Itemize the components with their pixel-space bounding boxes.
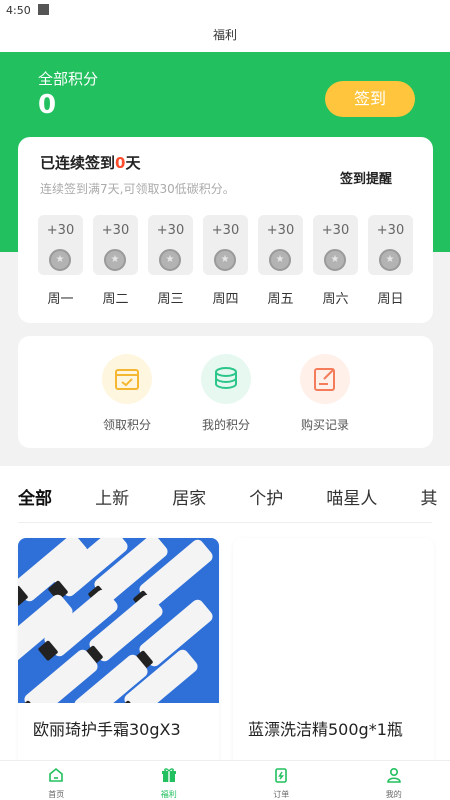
day-thu: +30 ★ 周四 [203, 215, 248, 307]
day-name: 周五 [267, 292, 294, 307]
coin-icon: ★ [324, 249, 346, 271]
profile-icon [386, 767, 401, 783]
status-time: 4:50 [6, 4, 31, 17]
nav-profile-label: 我的 [385, 790, 402, 799]
home-icon [49, 767, 64, 782]
day-points: +30 [266, 223, 295, 238]
day-box: +30 ★ [313, 215, 358, 275]
tab-personal-care[interactable]: 个护 [249, 484, 283, 509]
purchase-history-action[interactable]: 购买记录 [285, 354, 365, 433]
day-name: 周三 [157, 292, 184, 307]
streak-subtitle: 连续签到满7天,可领取30低碳积分。 [40, 182, 235, 196]
product-title: 欧丽琦护手霜30gX3 [33, 720, 181, 739]
coins-icon [201, 354, 251, 404]
nav-home[interactable]: 首页 [26, 761, 86, 800]
day-sat: +30 ★ 周六 [313, 215, 358, 307]
day-points: +30 [376, 223, 405, 238]
day-name: 周六 [322, 292, 349, 307]
coin-icon: ★ [159, 249, 181, 271]
nav-welfare[interactable]: 福利 [139, 761, 199, 800]
day-mon: +30 ★ 周一 [38, 215, 83, 307]
claim-points-action[interactable]: 领取积分 [87, 354, 167, 433]
edit-record-icon [300, 354, 350, 404]
tab-all[interactable]: 全部 [18, 484, 52, 509]
signin-reminder-button[interactable]: 签到提醒 [340, 168, 392, 187]
product-card[interactable]: 欧丽琦护手霜30gX3 [18, 538, 219, 768]
day-box: +30 ★ [368, 215, 413, 275]
day-points: +30 [156, 223, 185, 238]
claim-points-label: 领取积分 [102, 418, 151, 432]
day-name: 周四 [212, 292, 239, 307]
nav-profile[interactable]: 我的 [364, 761, 424, 800]
total-points-label: 全部积分 [38, 70, 99, 88]
day-points: +30 [211, 223, 240, 238]
coin-icon: ★ [49, 249, 71, 271]
product-title: 蓝漂洗洁精500g*1瓶 [248, 720, 403, 739]
my-points-action[interactable]: 我的积分 [186, 354, 266, 433]
day-sun: +30 ★ 周日 [368, 215, 413, 307]
product-image [233, 538, 434, 703]
day-name: 周日 [377, 292, 404, 307]
day-points: +30 [321, 223, 350, 238]
nav-orders-label: 订单 [273, 790, 290, 799]
day-wed: +30 ★ 周三 [148, 215, 193, 307]
coin-icon: ★ [269, 249, 291, 271]
signin-button[interactable]: 签到 [325, 81, 415, 117]
day-tue: +30 ★ 周二 [93, 215, 138, 307]
bottom-nav: 首页 福利 订单 我的 [0, 760, 450, 800]
coin-icon: ★ [214, 249, 236, 271]
day-box: +30 ★ [93, 215, 138, 275]
calendar-icon [102, 354, 152, 404]
coin-icon: ★ [379, 249, 401, 271]
category-tabs: 全部 上新 居家 个护 喵星人 其 [18, 484, 450, 509]
tab-new[interactable]: 上新 [95, 484, 129, 509]
page-title: 福利 [0, 20, 450, 52]
nav-home-label: 首页 [48, 790, 65, 799]
checkin-days: +30 ★ 周一 +30 ★ 周二 +30 ★ 周三 +30 ★ 周四 +30 … [38, 215, 413, 307]
day-box: +30 ★ [203, 215, 248, 275]
tab-home[interactable]: 居家 [172, 484, 206, 509]
checkin-card: 已连续签到0天 连续签到满7天,可领取30低碳积分。 签到提醒 +30 ★ 周一… [18, 137, 433, 323]
order-icon [275, 768, 288, 783]
day-points: +30 [46, 223, 75, 238]
total-points-value: 0 [38, 90, 57, 120]
day-fri: +30 ★ 周五 [258, 215, 303, 307]
product-image [18, 538, 219, 703]
streak-suffix: 天 [125, 154, 141, 172]
streak-days: 0 [115, 154, 126, 172]
notification-icon [38, 4, 50, 15]
product-section: 全部 上新 居家 个护 喵星人 其 欧丽琦护手霜30gX3 蓝漂洗洁精500g*… [0, 466, 450, 800]
day-name: 周一 [47, 292, 74, 307]
coin-icon: ★ [104, 249, 126, 271]
tabs-divider [18, 522, 432, 523]
day-box: +30 ★ [148, 215, 193, 275]
nav-welfare-label: 福利 [160, 790, 177, 799]
gift-icon [161, 768, 176, 782]
purchase-history-label: 购买记录 [300, 418, 349, 432]
day-box: +30 ★ [38, 215, 83, 275]
tab-cats[interactable]: 喵星人 [326, 484, 377, 509]
streak-prefix: 已连续签到 [40, 154, 116, 172]
status-bar: 4:50 [0, 0, 450, 20]
my-points-label: 我的积分 [201, 418, 250, 432]
product-card[interactable]: 蓝漂洗洁精500g*1瓶 [233, 538, 434, 768]
day-points: +30 [101, 223, 130, 238]
day-box: +30 ★ [258, 215, 303, 275]
quick-actions-card: 领取积分 我的积分 购买记录 [18, 336, 433, 448]
day-name: 周二 [102, 292, 129, 307]
streak-title: 已连续签到0天 [40, 152, 140, 173]
tab-other[interactable]: 其 [420, 484, 437, 509]
nav-orders[interactable]: 订单 [251, 761, 311, 800]
